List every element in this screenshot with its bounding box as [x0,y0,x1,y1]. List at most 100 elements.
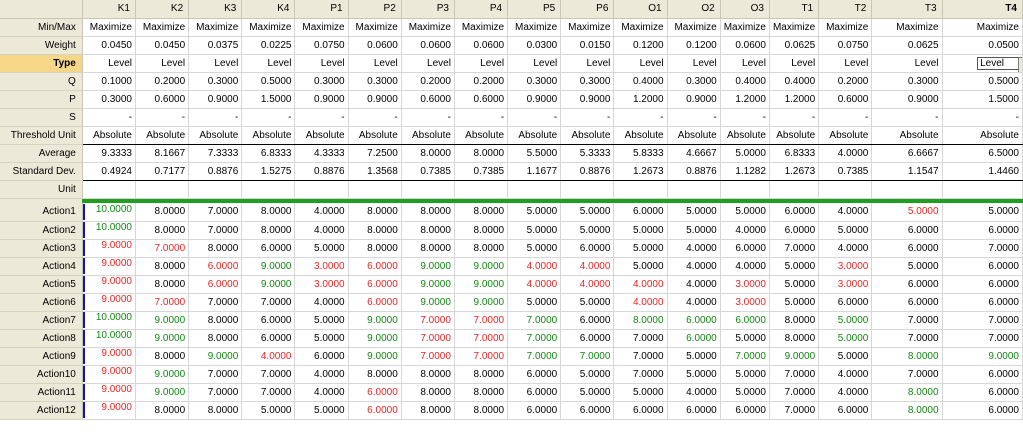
action-cell-o1[interactable]: 6.0000 [613,401,668,420]
cell-p-k2[interactable]: 0.6000 [135,90,190,109]
cell-p-t2[interactable]: 0.6000 [818,90,873,109]
action-cell-p4[interactable]: 7.0000 [454,347,509,366]
column-header-p3[interactable]: P3 [401,0,455,19]
cell-threshold-k3[interactable]: Absolute [188,126,243,145]
cell-weight-o2[interactable]: 0.1200 [667,36,721,55]
cell-s-p1[interactable]: - [294,108,349,127]
action-cell-p3[interactable]: 8.0000 [401,203,455,222]
cell-average-k2[interactable]: 8.1667 [135,144,190,163]
cell-average-p1[interactable]: 4.3333 [294,144,349,163]
action-cell-p3[interactable]: 7.0000 [401,329,455,348]
action-cell-k1[interactable]: 10.0000 [82,329,136,348]
action-cell-p2[interactable]: 6.0000 [348,275,402,294]
cell-q-k1[interactable]: 0.1000 [82,71,136,91]
action-cell-t4[interactable]: 7.0000 [942,311,1023,330]
cell-type-k4[interactable]: Level [241,54,296,73]
action-cell-k4[interactable]: 9.0000 [241,257,296,276]
action-cell-p2[interactable]: 6.0000 [348,293,402,312]
cell-stddev-p3[interactable]: 0.7385 [401,162,455,181]
column-header-o3[interactable]: O3 [720,0,770,19]
action-cell-p3[interactable]: 8.0000 [401,383,455,402]
cell-threshold-p4[interactable]: Absolute [454,126,509,145]
column-header-t4[interactable]: T4 [942,0,1023,19]
action-cell-p2[interactable]: 9.0000 [348,311,402,330]
column-header-p5[interactable]: P5 [507,0,562,19]
cell-type-t2[interactable]: Level [818,54,873,73]
action-cell-p5[interactable]: 7.0000 [507,329,562,348]
action-cell-t2[interactable]: 5.0000 [818,329,873,348]
cell-p-p4[interactable]: 0.6000 [454,90,509,109]
action-cell-k1[interactable]: 9.0000 [82,365,136,384]
action-cell-t4[interactable]: 6.0000 [942,221,1023,240]
action-cell-k3[interactable]: 8.0000 [188,239,243,258]
cell-minmax-p1[interactable]: Maximize [294,18,349,37]
cell-q-o3[interactable]: 0.4000 [720,71,770,91]
cell-s-p2[interactable]: - [348,108,402,127]
action-cell-p4[interactable]: 8.0000 [454,365,509,384]
action-cell-o1[interactable]: 5.0000 [613,221,668,240]
action-cell-k1[interactable]: 9.0000 [82,239,136,258]
cell-weight-k4[interactable]: 0.0225 [241,36,296,55]
cell-q-p6[interactable]: 0.3000 [560,71,615,91]
column-header-k1[interactable]: K1 [82,0,136,19]
action-cell-o3[interactable]: 4.0000 [720,257,770,276]
action-cell-p1[interactable]: 5.0000 [294,401,349,420]
action-cell-t1[interactable]: 5.0000 [769,257,820,276]
action-cell-p4[interactable]: 8.0000 [454,203,509,222]
action-cell-p6[interactable]: 6.0000 [560,311,615,330]
cell-minmax-o1[interactable]: Maximize [613,18,668,37]
cell-weight-k2[interactable]: 0.0450 [135,36,190,55]
cell-s-t1[interactable]: - [769,108,820,127]
cell-weight-p4[interactable]: 0.0600 [454,36,509,55]
action-cell-o3[interactable]: 6.0000 [720,239,770,258]
row-header-weight[interactable]: Weight [0,36,83,55]
cell-s-t2[interactable]: - [818,108,873,127]
cell-average-k1[interactable]: 9.3333 [82,144,136,163]
action-cell-p5[interactable]: 5.0000 [507,293,562,312]
action-cell-p4[interactable]: 8.0000 [454,221,509,240]
action-cell-p5[interactable]: 4.0000 [507,257,562,276]
column-header-t3[interactable]: T3 [871,0,943,19]
cell-q-t2[interactable]: 0.2000 [818,71,873,91]
cell-minmax-p3[interactable]: Maximize [401,18,455,37]
cell-average-p2[interactable]: 7.2500 [348,144,402,163]
action-cell-t3[interactable]: 5.0000 [871,257,943,276]
action-cell-p1[interactable]: 4.0000 [294,203,349,222]
action-cell-o3[interactable]: 5.0000 [720,203,770,222]
cell-average-o3[interactable]: 5.0000 [720,144,770,163]
action-cell-p5[interactable]: 4.0000 [507,275,562,294]
action-cell-t4[interactable]: 5.0000 [942,203,1023,222]
action-cell-k2[interactable]: 9.0000 [135,383,190,402]
action-cell-k2[interactable]: 8.0000 [135,401,190,420]
action-cell-t1[interactable]: 8.0000 [769,329,820,348]
row-header-type[interactable]: Type [0,54,83,73]
action-cell-o3[interactable]: 7.0000 [720,347,770,366]
action-cell-p3[interactable]: 7.0000 [401,347,455,366]
action-cell-o3[interactable]: 5.0000 [720,365,770,384]
column-header-k4[interactable]: K4 [241,0,296,19]
action-cell-p3[interactable]: 8.0000 [401,401,455,420]
cell-threshold-o3[interactable]: Absolute [720,126,770,145]
cell-s-t4[interactable]: - [942,108,1023,127]
cell-minmax-p2[interactable]: Maximize [348,18,402,37]
cell-weight-o1[interactable]: 0.1200 [613,36,668,55]
cell-minmax-p5[interactable]: Maximize [507,18,562,37]
action-cell-t1[interactable]: 7.0000 [769,383,820,402]
cell-minmax-p6[interactable]: Maximize [560,18,615,37]
action-cell-k4[interactable]: 6.0000 [241,311,296,330]
cell-s-o1[interactable]: - [613,108,668,127]
cell-p-o2[interactable]: 0.9000 [667,90,721,109]
action-cell-p5[interactable]: 7.0000 [507,347,562,366]
cell-stddev-o2[interactable]: 0.8876 [667,162,721,181]
cell-stddev-t4[interactable]: 1.4460 [942,162,1023,181]
action-cell-o2[interactable]: 4.0000 [667,293,721,312]
cell-stddev-t3[interactable]: 1.1547 [871,162,943,181]
action-cell-k2[interactable]: 9.0000 [135,311,190,330]
cell-type-t3[interactable]: Level [871,54,943,73]
action-cell-o2[interactable]: 4.0000 [667,383,721,402]
action-cell-p1[interactable]: 5.0000 [294,329,349,348]
action-cell-t3[interactable]: 8.0000 [871,401,943,420]
cell-unit-k3[interactable] [188,180,243,199]
cell-threshold-p5[interactable]: Absolute [507,126,562,145]
cell-p-p3[interactable]: 0.6000 [401,90,455,109]
